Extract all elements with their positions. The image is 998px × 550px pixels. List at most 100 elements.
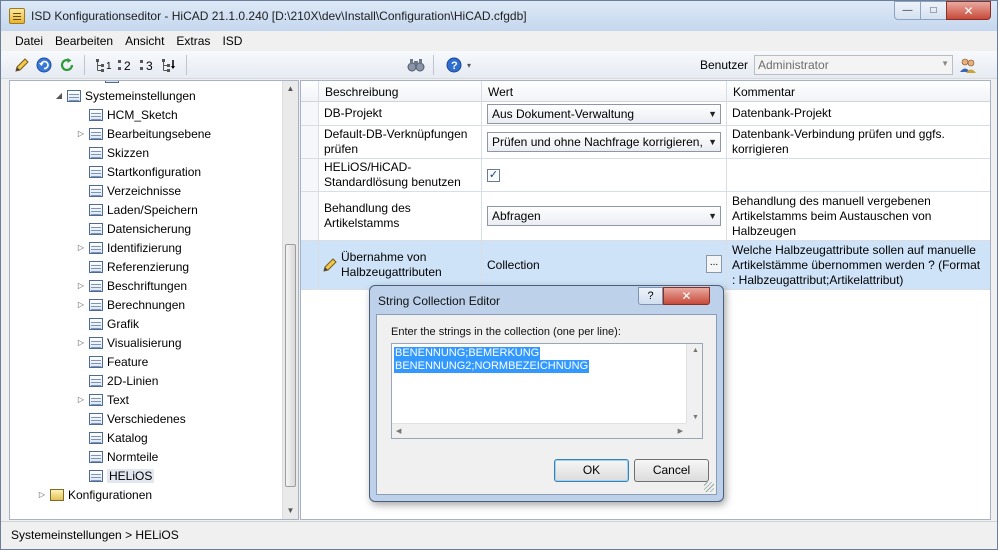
pencil-icon[interactable] (13, 56, 31, 74)
chevron-down-icon: ▼ (708, 211, 717, 221)
tree-item-normteile[interactable]: Normteile (76, 447, 158, 466)
cell-value: Collection ... (482, 241, 727, 289)
level-3-icon[interactable]: 3 (139, 56, 157, 74)
tree-item-katalog[interactable]: Katalog (76, 428, 148, 447)
column-header-comment[interactable]: Kommentar (727, 81, 990, 102)
ok-button[interactable]: OK (554, 459, 629, 482)
db-verknuepfungen-dropdown[interactable]: Prüfen und ohne Nachfrage korrigieren, ▼ (487, 132, 721, 152)
textarea-horizontal-scrollbar[interactable]: ◀ ▶ (392, 423, 687, 438)
collection-textarea[interactable]: BENENNUNG;BEMERKUNG BENENNUNG2;NORMBEZEI… (391, 343, 703, 439)
undo-icon[interactable] (35, 56, 53, 74)
scroll-up-icon[interactable]: ▲ (692, 347, 699, 354)
main-window: ISD Konfigurationseditor - HiCAD 21.1.0.… (0, 0, 998, 550)
expand-icon[interactable]: ▷ (76, 243, 86, 252)
cell-comment: Datenbank-Verbindung prüfen und ggfs. ko… (727, 126, 990, 158)
tree-item-beschriftungen[interactable]: ▷ Beschriftungen (76, 276, 187, 295)
help-icon[interactable]: ? (445, 56, 463, 74)
tree-item-referenzierung[interactable]: Referenzierung (76, 257, 189, 276)
configuration-tree[interactable]: ◢ Systemeinstellungen HCM_Sketch ▷ Bearb… (9, 80, 299, 520)
menu-extras[interactable]: Extras (170, 34, 216, 48)
chevron-down-icon: ▼ (941, 59, 949, 68)
scroll-up-icon[interactable]: ▲ (283, 81, 298, 97)
artikelstamm-dropdown[interactable]: Abfragen ▼ (487, 206, 721, 226)
binoculars-icon[interactable] (407, 56, 425, 74)
menu-ansicht[interactable]: Ansicht (119, 34, 170, 48)
cancel-button[interactable]: Cancel (634, 459, 709, 482)
tree-item-label: Identifizierung (107, 240, 182, 255)
tree-item-text[interactable]: ▷ Text (76, 390, 129, 409)
tree-item-verschiedenes[interactable]: Verschiedenes (76, 409, 186, 428)
collapse-icon[interactable]: ◢ (54, 91, 64, 100)
minimize-button[interactable]: — (894, 1, 921, 20)
db-projekt-dropdown[interactable]: Aus Dokument-Verwaltung ▼ (487, 103, 721, 124)
tree-item-grafik[interactable]: Grafik (76, 314, 139, 333)
table-icon (67, 89, 81, 102)
tree-scrollbar[interactable]: ▲ ▼ (282, 81, 298, 519)
tree-item-identifizierung[interactable]: ▷ Identifizierung (76, 238, 182, 257)
users-icon[interactable] (959, 56, 977, 74)
close-button[interactable]: ✕ (946, 1, 991, 20)
collection-line: BENENNUNG;BEMERKUNG (394, 347, 541, 360)
table-icon (89, 412, 103, 425)
tree-item-label: Katalog (107, 430, 148, 445)
tree-item-datensicherung[interactable]: Datensicherung (76, 219, 191, 238)
menu-datei[interactable]: Datei (9, 34, 49, 48)
table-row-selected[interactable]: Übernahme von Halbzeugattributen Collect… (301, 241, 990, 290)
scroll-thumb[interactable] (285, 244, 296, 487)
string-collection-editor-dialog[interactable]: String Collection Editor ? ✕ Enter the s… (369, 285, 724, 502)
scroll-left-icon[interactable]: ◀ (396, 427, 401, 435)
tree-item-label: Visualisierung (107, 335, 182, 350)
cell-description: DB-Projekt (319, 102, 482, 125)
tree-item-systemeinstellungen[interactable]: ◢ Systemeinstellungen (54, 86, 196, 105)
table-row[interactable]: HELiOS/HiCAD-Standardlösung benutzen ✓ (301, 159, 990, 192)
user-combobox[interactable]: Administrator ▼ (754, 55, 953, 75)
tree-item-2d-linien[interactable]: 2D-Linien (76, 371, 158, 390)
tree-item-berechnungen[interactable]: ▷ Berechnungen (76, 295, 185, 314)
tree-item-verzeichnisse[interactable]: Verzeichnisse (76, 181, 181, 200)
tree-item-label: Referenzierung (107, 259, 190, 274)
tree-item-helios[interactable]: HELiOS (76, 466, 155, 485)
scroll-down-icon[interactable]: ▼ (283, 503, 298, 519)
tree-item-visualisierung[interactable]: ▷ Visualisierung (76, 333, 182, 352)
tree-item-bearbeitungsebene[interactable]: ▷ Bearbeitungsebene (76, 124, 211, 143)
title-bar[interactable]: ISD Konfigurationseditor - HiCAD 21.1.0.… (1, 1, 997, 31)
row-header-corner (301, 81, 319, 102)
level-all-icon[interactable] (161, 56, 179, 74)
table-icon (89, 374, 103, 387)
level-2-icon[interactable]: 2 (117, 56, 135, 74)
column-header-value[interactable]: Wert (482, 81, 727, 102)
tree-item-konfigurationen[interactable]: ▷ Konfigurationen (37, 485, 152, 504)
table-icon (89, 469, 103, 482)
table-row[interactable]: DB-Projekt Aus Dokument-Verwaltung ▼ Dat… (301, 102, 990, 126)
tree-item-feature[interactable]: Feature (76, 352, 148, 371)
expand-icon[interactable]: ▷ (76, 395, 86, 404)
column-header-description[interactable]: Beschreibung (319, 81, 482, 102)
tree-item-laden-speichern[interactable]: Laden/Speichern (76, 200, 198, 219)
expand-icon[interactable]: ▷ (37, 490, 47, 499)
scroll-right-icon[interactable]: ▶ (678, 427, 683, 435)
table-icon (89, 222, 103, 235)
menu-bearbeiten[interactable]: Bearbeiten (49, 34, 119, 48)
maximize-button[interactable]: □ (920, 1, 947, 20)
ellipsis-button[interactable]: ... (706, 255, 722, 273)
dialog-close-button[interactable]: ✕ (663, 287, 710, 305)
help-dropdown-icon[interactable]: ▾ (464, 56, 474, 74)
level-icon[interactable]: 1 (95, 56, 113, 74)
expand-icon[interactable]: ▷ (76, 281, 86, 290)
refresh-icon[interactable] (58, 56, 76, 74)
tree-item-skizzen[interactable]: Skizzen (76, 143, 149, 162)
menu-isd[interactable]: ISD (216, 34, 248, 48)
resize-grip-icon[interactable] (704, 482, 714, 492)
expand-icon[interactable]: ▷ (76, 338, 86, 347)
standardloesung-checkbox[interactable]: ✓ (487, 168, 500, 182)
dialog-help-button[interactable]: ? (638, 287, 663, 305)
tree-item-startkonfiguration[interactable]: Startkonfiguration (76, 162, 201, 181)
expand-icon[interactable]: ▷ (76, 300, 86, 309)
scroll-down-icon[interactable]: ▼ (692, 414, 699, 421)
textarea-vertical-scrollbar[interactable]: ▲ ▼ (686, 344, 702, 424)
table-row[interactable]: Default-DB-Verknüpfungen prüfen Prüfen u… (301, 126, 990, 159)
tree-item-hcm-sketch[interactable]: HCM_Sketch (76, 105, 178, 124)
tree-item-label: HCM_Sketch (107, 107, 178, 122)
table-row[interactable]: Behandlung des Artikelstamms Abfragen ▼ … (301, 192, 990, 241)
expand-icon[interactable]: ▷ (76, 129, 86, 138)
